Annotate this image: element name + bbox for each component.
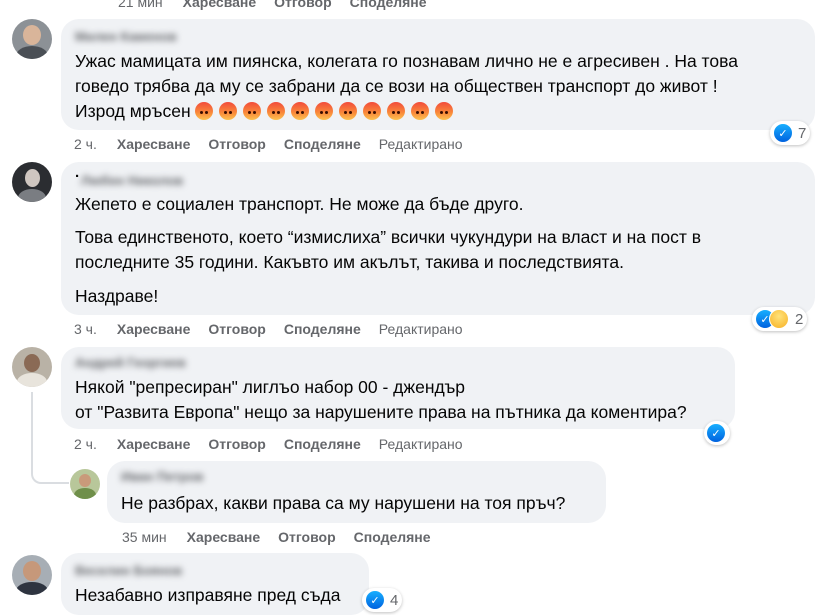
comment-text-line: Това единственото, което “измислиха” вси… <box>75 227 701 247</box>
commenter-name[interactable]: Иван Петров <box>121 469 204 484</box>
comment-text-line: последните 35 години. Какъвто им акълът,… <box>75 252 624 272</box>
comment-text-line: говедо трябва да му се забрани да се воз… <box>75 76 718 96</box>
reply-button[interactable]: Отговор <box>208 136 265 152</box>
avatar[interactable] <box>12 555 52 595</box>
action-row: 35 мин Харесване Отговор Споделяне <box>122 529 449 545</box>
angry-emoji <box>195 102 214 120</box>
action-row: 2 ч. Харесване Отговор Споделяне Редактирано <box>74 136 481 152</box>
commenter-name[interactable]: Милен Каменов <box>75 29 177 44</box>
comment-text-line: Жепето е социален транспорт. Не може да … <box>75 194 524 214</box>
action-row: 3 ч. Харесване Отговор Споделяне Редактирано <box>74 321 481 337</box>
comment-text-line: Не разбрах, какви права са му нарушени н… <box>121 493 566 513</box>
edited-label[interactable]: Редактирано <box>379 136 463 152</box>
comment-text-line: от "Развита Европа" нещо за нарушените п… <box>75 402 687 422</box>
share-button[interactable]: Споделяне <box>284 136 361 152</box>
like-button[interactable]: Харесване <box>117 321 191 337</box>
angry-emoji <box>435 102 454 120</box>
reply-button[interactable]: Отговор <box>278 529 335 545</box>
comment-text-line: Изрод мръсен <box>75 99 459 124</box>
comment-text-line: Незабавно изправяне пред съда <box>75 585 341 605</box>
share-button[interactable]: Споделяне <box>284 321 361 337</box>
edited-label[interactable]: Редактирано <box>379 436 463 452</box>
comment-time[interactable]: 2 ч. <box>74 436 97 452</box>
commenter-name[interactable]: Андрей Георгиев <box>75 355 186 370</box>
angry-emoji <box>291 102 310 120</box>
reaction-summary[interactable]: ✓ <box>704 421 730 445</box>
comment-text-line: Някой "репресиран" лиглъо набор 00 - дже… <box>75 377 465 397</box>
comment-time[interactable]: 35 мин <box>122 529 167 545</box>
reply-button[interactable]: Отговор <box>274 0 331 10</box>
avatar[interactable] <box>12 19 52 59</box>
comment-bubble: Веселин Боянов Незабавно изправяне пред … <box>61 553 369 615</box>
comment-text-line: Ужас мамицата им пиянска, колегата го по… <box>75 51 738 71</box>
angry-emoji <box>315 102 334 120</box>
avatar[interactable] <box>12 162 52 202</box>
action-row-top: 21 мин Харесване Отговор Споделяне <box>118 0 445 10</box>
like-icon: ✓ <box>365 590 385 610</box>
angry-emoji <box>243 102 262 120</box>
sad-icon <box>769 309 789 329</box>
like-button[interactable]: Харесване <box>117 136 191 152</box>
commenter-name[interactable]: Веселин Боянов <box>75 563 182 578</box>
like-icon: ✓ <box>773 123 793 143</box>
angry-emoji <box>411 102 430 120</box>
angry-emoji <box>387 102 406 120</box>
like-button[interactable]: Харесване <box>183 0 257 10</box>
reply-bubble: Иван Петров Не разбрах, какви права са м… <box>107 461 606 523</box>
reaction-count: 2 <box>795 310 804 328</box>
reply-button[interactable]: Отговор <box>208 436 265 452</box>
emoji-row <box>195 101 459 121</box>
reaction-count: 7 <box>798 124 807 142</box>
share-button[interactable]: Споделяне <box>354 529 431 545</box>
avatar[interactable] <box>12 347 52 387</box>
edited-label[interactable]: Редактирано <box>379 321 463 337</box>
like-icon: ✓ <box>706 423 726 443</box>
reaction-summary[interactable]: ✓ 2 <box>752 307 808 331</box>
comment-text-line: Изрод мръсен <box>75 101 191 121</box>
angry-emoji <box>219 102 238 120</box>
reply-button[interactable]: Отговор <box>208 321 265 337</box>
comment-time[interactable]: 21 мин <box>118 0 163 10</box>
like-button[interactable]: Харесване <box>117 436 191 452</box>
avatar[interactable] <box>70 469 100 499</box>
comment-bubble: . Любен Николов Жепето е социален трансп… <box>61 162 815 315</box>
comment-bubble: Милен Каменов Ужас мамицата им пиянска, … <box>61 19 815 130</box>
comment-bubble: Андрей Георгиев Някой "репресиран" лиглъ… <box>61 347 735 429</box>
comment-time[interactable]: 3 ч. <box>74 321 97 337</box>
angry-emoji <box>267 102 286 120</box>
comment-text-line: Наздраве! <box>75 286 159 306</box>
reaction-summary[interactable]: ✓ 4 <box>362 588 403 612</box>
angry-emoji <box>363 102 382 120</box>
reaction-count: 4 <box>390 591 399 609</box>
share-button[interactable]: Споделяне <box>350 0 427 10</box>
action-row: 2 ч. Харесване Отговор Споделяне Редактирано <box>74 436 481 452</box>
share-button[interactable]: Споделяне <box>284 436 361 452</box>
dot-mark: . <box>75 164 80 181</box>
like-button[interactable]: Харесване <box>187 529 261 545</box>
comment-time[interactable]: 2 ч. <box>74 136 97 152</box>
angry-emoji <box>339 102 358 120</box>
reaction-summary[interactable]: ✓ 7 <box>770 121 811 145</box>
commenter-name[interactable]: Любен Николов <box>81 173 183 188</box>
